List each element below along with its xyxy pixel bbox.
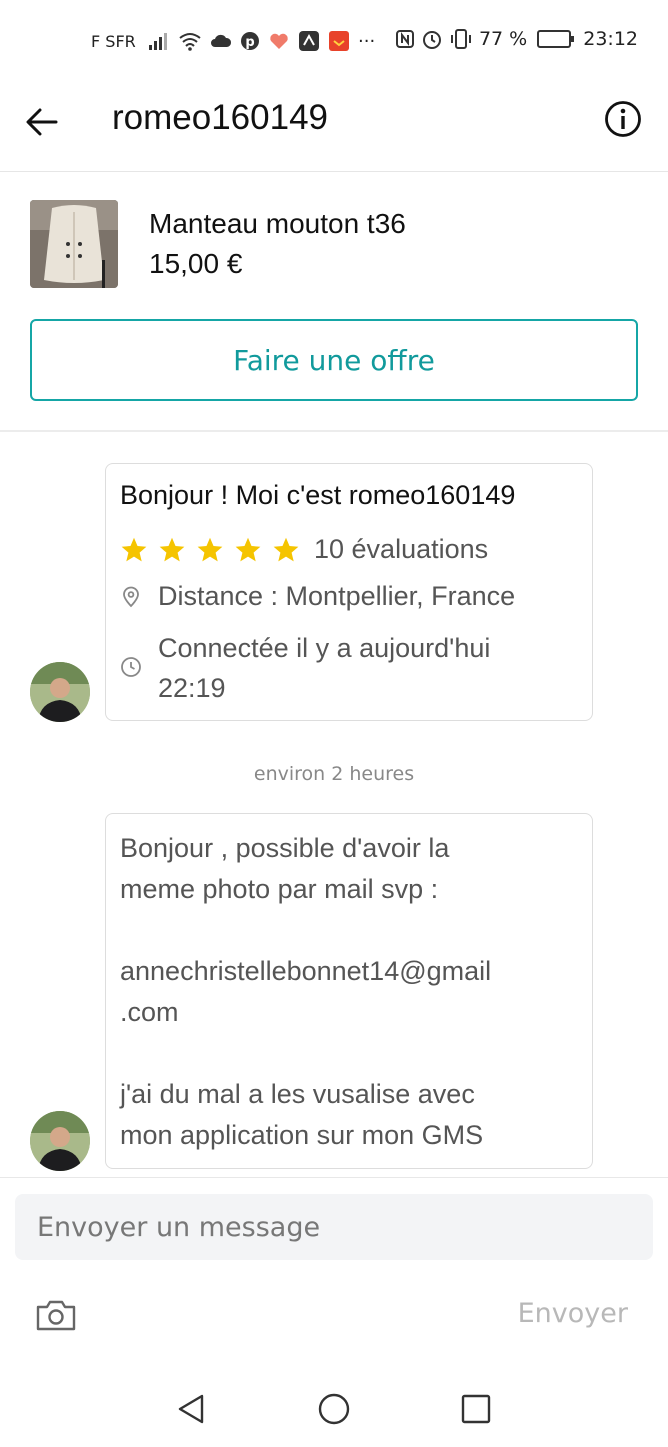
item-title[interactable]: Manteau mouton t36: [149, 208, 406, 240]
message-email-line: annechristellebonnet14@gmail: [120, 956, 492, 986]
item-thumbnail[interactable]: [30, 200, 118, 288]
nav-recents-icon[interactable]: [459, 1392, 493, 1426]
status-bar: F SFR p ··· 77 % 23:12: [0, 0, 668, 84]
battery-percent: 77 %: [478, 28, 528, 50]
message-email-line: .com: [120, 997, 179, 1027]
intro-greeting: Bonjour ! Moi c'est romeo160149: [120, 480, 516, 510]
make-offer-button[interactable]: Faire une offre: [30, 319, 638, 401]
avatar[interactable]: [30, 1111, 90, 1171]
alarm-icon: [422, 31, 441, 49]
clock-icon: [121, 657, 141, 677]
star-icon: [159, 537, 185, 561]
message-bubble[interactable]: Bonjour , possible d'avoir la meme photo…: [105, 813, 593, 1169]
page-title: romeo160149: [112, 98, 328, 137]
item-summary: Manteau mouton t36 15,00 € Faire une off…: [0, 172, 668, 432]
last-seen-row: Connectée il y a aujourd'hui 22:19: [120, 628, 490, 708]
star-icon: [235, 537, 261, 561]
camera-icon[interactable]: [35, 1298, 77, 1332]
avatar[interactable]: [30, 662, 90, 722]
clock: 23:12: [583, 28, 638, 50]
pinterest-icon: p: [241, 32, 259, 50]
conversation-header: romeo160149: [0, 84, 668, 172]
info-icon[interactable]: [604, 100, 642, 138]
system-nav-bar: [0, 1367, 668, 1447]
message-line: mon application sur mon GMS: [120, 1120, 484, 1150]
back-arrow-icon[interactable]: [22, 102, 62, 142]
message-timestamp: environ 2 heures: [253, 763, 415, 785]
notification-icons: p ···: [148, 28, 375, 54]
message-input[interactable]: Envoyer un message: [15, 1194, 653, 1260]
last-seen-line2: 22:19: [158, 673, 226, 703]
nfc-icon: [395, 30, 414, 48]
send-button[interactable]: Envoyer: [518, 1298, 628, 1329]
chat-thread[interactable]: Bonjour ! Moi c'est romeo160149 10 évalu…: [0, 432, 668, 1177]
message-composer: Envoyer un message Envoyer: [0, 1177, 668, 1367]
location-pin-icon: [123, 586, 139, 608]
signal-icon: [149, 33, 167, 50]
message-line: meme photo par mail svp :: [120, 874, 439, 904]
star-icon: [273, 537, 299, 561]
wifi-icon: [179, 33, 201, 51]
battery-icon: [537, 30, 575, 48]
message-line: Bonjour , possible d'avoir la: [120, 833, 450, 863]
last-seen-line1: Connectée il y a aujourd'hui: [158, 633, 491, 663]
distance-text: Distance : Montpellier, France: [158, 581, 516, 611]
reviews-count: 10 évaluations: [314, 534, 489, 564]
star-icon: [197, 537, 223, 561]
nav-home-icon[interactable]: [317, 1392, 351, 1426]
star-icon: [121, 537, 147, 561]
more-notifications-icon: ···: [358, 30, 376, 52]
nav-back-icon[interactable]: [174, 1392, 208, 1426]
heart-app-icon: [270, 33, 288, 49]
carrier-label: F SFR: [91, 32, 136, 51]
cloud-icon: [211, 34, 232, 47]
distance-row: Distance : Montpellier, France: [120, 576, 515, 616]
seller-intro-card: Bonjour ! Moi c'est romeo160149 10 évalu…: [105, 463, 593, 721]
vibrate-icon: [450, 29, 471, 49]
svg-text:p: p: [245, 35, 254, 50]
rating-row[interactable]: 10 évaluations: [120, 534, 488, 565]
item-price: 15,00 €: [149, 248, 243, 279]
system-status: 77 % 23:12: [395, 28, 638, 50]
promo-app-icon: [329, 31, 349, 51]
app-icon: [299, 31, 319, 51]
message-line: j'ai du mal a les vusalise avec: [120, 1079, 475, 1109]
